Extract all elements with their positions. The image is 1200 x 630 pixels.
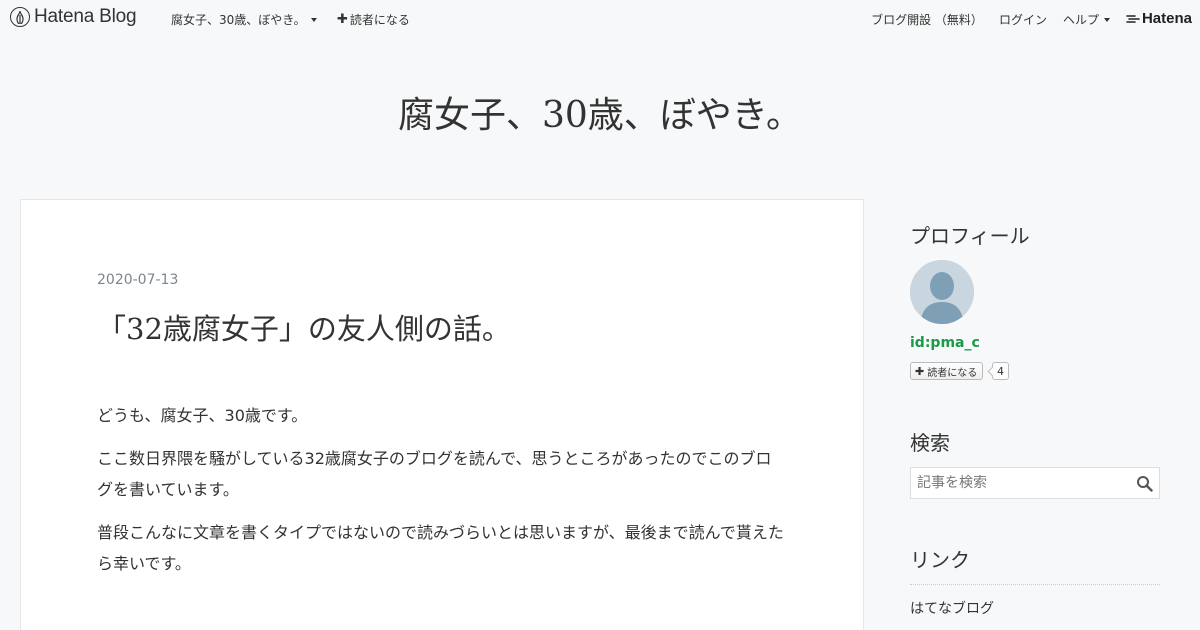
link-hatena-blog[interactable]: はてなブログ <box>910 585 1160 630</box>
entry-paragraph: どうも、腐女子、30歳です。 <box>97 406 308 425</box>
login-link[interactable]: ログイン <box>999 11 1047 28</box>
entry-title[interactable]: 「32歳腐女子」の友人側の話。 <box>97 306 511 348</box>
entry-content: どうも、腐女子、30歳です。 ここ数日界隈を騒がしている32歳腐女子のブログを読… <box>97 400 787 591</box>
avatar[interactable] <box>910 260 974 324</box>
entry-date[interactable]: 2020-07-13 <box>97 272 178 288</box>
help-menu[interactable]: ヘルプ <box>1063 11 1110 28</box>
search-heading: 検索 <box>910 431 950 455</box>
plus-icon: ✚ <box>337 12 348 27</box>
subscribe-label: 読者になる <box>349 13 410 27</box>
subscriber-count: 4 <box>992 362 1009 380</box>
brand-name: Hatena Blog <box>34 6 137 27</box>
global-nav: ブログ開設 （無料） ログイン ヘルプ Hatena <box>855 10 1192 28</box>
links-heading: リンク <box>910 548 970 572</box>
hatena-blog-logo[interactable]: Hatena Blog <box>10 6 137 28</box>
open-blog-link[interactable]: ブログ開設 （無料） <box>871 11 983 28</box>
sidebar-subscribe-button[interactable]: ✚ 読者になる <box>910 362 984 380</box>
user-id-link[interactable]: id:pma_c <box>910 335 980 351</box>
sidebar-subscribe-label: 読者になる <box>927 367 978 379</box>
chevron-down-icon <box>1103 17 1110 22</box>
global-header: Hatena Blog 腐女子、30歳、ぼやき。 ✚ 読者になる ブログ開設 （… <box>0 0 1200 36</box>
links-list: はてなブログ <box>910 584 1160 630</box>
blog-menu-label: 腐女子、30歳、ぼやき。 <box>171 13 306 27</box>
hatena-link[interactable]: Hatena <box>1126 10 1192 27</box>
help-label: ヘルプ <box>1062 13 1099 27</box>
avatar-placeholder-icon <box>910 260 974 324</box>
hatena-label: Hatena <box>1141 10 1192 27</box>
entry-paragraph: 普段こんなに文章を書くタイプではないので読みづらいとは思いますが、最後まで読んで… <box>97 523 784 573</box>
plus-icon: ✚ <box>915 364 925 378</box>
profile-heading: プロフィール <box>910 224 1030 248</box>
search-icon[interactable] <box>1136 475 1153 492</box>
blog-title[interactable]: 腐女子、30歳、ぼやき。 <box>0 86 1200 138</box>
search-input[interactable] <box>911 468 1131 498</box>
hatena-mark-icon <box>1126 14 1140 23</box>
entry-paragraph: ここ数日界隈を騒がしている32歳腐女子のブログを読んで、思うところがあったのでこ… <box>97 449 772 499</box>
subscribe-button[interactable]: ✚ 読者になる <box>337 11 410 28</box>
entry-card: 2020-07-13 「32歳腐女子」の友人側の話。 どうも、腐女子、30歳です… <box>20 199 864 630</box>
search-form <box>910 467 1160 499</box>
chevron-down-icon <box>310 17 317 22</box>
blog-menu-dropdown[interactable]: 腐女子、30歳、ぼやき。 <box>171 11 317 28</box>
hatena-logo-icon <box>10 7 30 27</box>
